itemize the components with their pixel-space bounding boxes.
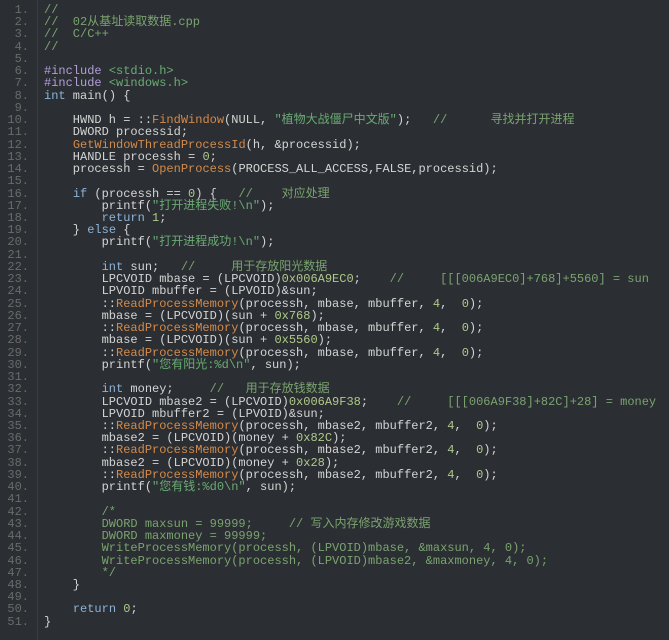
code-line[interactable]	[44, 493, 663, 505]
code-line[interactable]: return 1;	[44, 212, 663, 224]
line-number: 45.	[4, 542, 29, 554]
line-number: 15.	[4, 175, 29, 187]
code-line[interactable]: printf("您有钱:%d0\n", sun);	[44, 481, 663, 493]
line-number: 12.	[4, 139, 29, 151]
code-line[interactable]: //	[44, 41, 663, 53]
code-line[interactable]: #include <windows.h>	[44, 77, 663, 89]
code-line[interactable]: */	[44, 567, 663, 579]
line-number: 41.	[4, 493, 29, 505]
code-line[interactable]: // 02从基址读取数据.cpp	[44, 16, 663, 28]
code-line[interactable]: }	[44, 616, 663, 628]
code-line[interactable]: processh = OpenProcess(PROCESS_ALL_ACCES…	[44, 163, 663, 175]
code-editor[interactable]: 1.2.3.4.5.6.7.8.9.10.11.12.13.14.15.16.1…	[0, 0, 669, 640]
line-number: 33.	[4, 396, 29, 408]
code-area[interactable]: //// 02从基址读取数据.cpp// C/C++// #include <s…	[38, 0, 669, 640]
line-number: 3.	[4, 28, 29, 40]
line-number: 28.	[4, 334, 29, 346]
line-number: 20.	[4, 236, 29, 248]
code-line[interactable]: WriteProcessMemory(processh, (LPVOID)mba…	[44, 555, 663, 567]
line-number: 42.	[4, 506, 29, 518]
code-line[interactable]: int main() {	[44, 90, 663, 102]
code-line[interactable]: printf("您有阳光:%d\n", sun);	[44, 359, 663, 371]
code-line[interactable]: // C/C++	[44, 28, 663, 40]
line-number-gutter: 1.2.3.4.5.6.7.8.9.10.11.12.13.14.15.16.1…	[0, 0, 38, 640]
line-number: 11.	[4, 126, 29, 138]
line-number: 24.	[4, 285, 29, 297]
line-number: 7.	[4, 77, 29, 89]
line-number: 50.	[4, 603, 29, 615]
code-line[interactable]: printf("打开进程成功!\n");	[44, 236, 663, 248]
line-number: 51.	[4, 616, 29, 628]
line-number: 32.	[4, 383, 29, 395]
line-number: 46.	[4, 555, 29, 567]
code-line[interactable]: }	[44, 579, 663, 591]
code-line[interactable]: return 0;	[44, 603, 663, 615]
line-number: 29.	[4, 347, 29, 359]
line-number: 16.	[4, 188, 29, 200]
line-number: 37.	[4, 444, 29, 456]
